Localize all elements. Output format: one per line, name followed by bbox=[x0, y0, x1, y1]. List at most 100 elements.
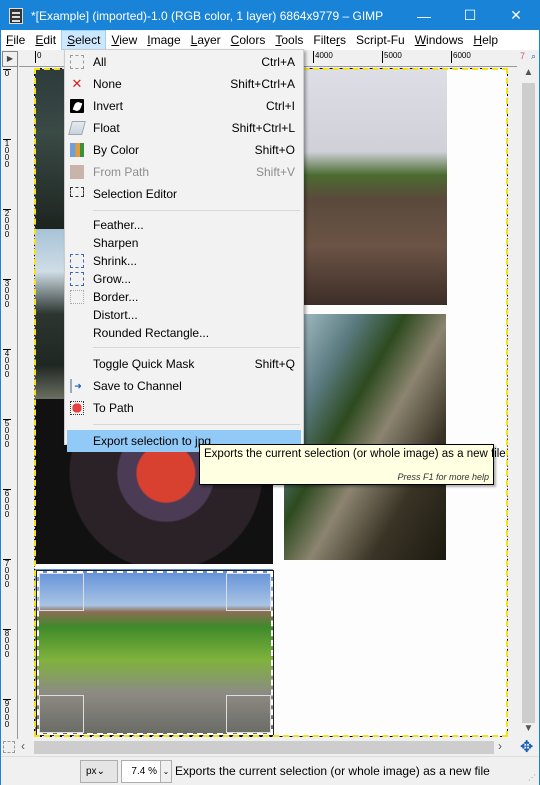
ruler-label: 4000 bbox=[3, 349, 11, 379]
shrink-icon bbox=[70, 254, 84, 268]
menu-edit[interactable]: Edit bbox=[30, 30, 61, 50]
status-bar: px⌄ 7.4 % ⌄ Exports the current selectio… bbox=[1, 756, 539, 785]
horizontal-scroll-thumb[interactable] bbox=[34, 741, 494, 754]
menu-item-toggle-quick-mask[interactable]: Toggle Quick Mask Shift+Q bbox=[65, 353, 303, 375]
menu-item-label: Rounded Rectangle... bbox=[93, 326, 210, 340]
menu-item-label: None bbox=[93, 77, 122, 91]
photo-tile-motorcycle-road bbox=[284, 69, 447, 305]
zoom-dropdown-chevron-icon[interactable]: ⌄ bbox=[160, 760, 172, 783]
menu-item-feather[interactable]: Feather... bbox=[65, 216, 303, 234]
menu-item-border[interactable]: Border... bbox=[65, 288, 303, 306]
title-bar: *[Example] (imported)-1.0 (RGB color, 1 … bbox=[1, 1, 539, 30]
menu-item-shrink[interactable]: Shrink... bbox=[65, 252, 303, 270]
menu-item-grow[interactable]: Grow... bbox=[65, 270, 303, 288]
menu-item-float[interactable]: Float Shift+Ctrl+L bbox=[65, 117, 303, 139]
ruler-label: 6000 bbox=[3, 489, 11, 519]
selection-handle-bottom-left[interactable] bbox=[39, 695, 84, 733]
status-message: Exports the current selection (or whole … bbox=[175, 764, 490, 778]
horizontal-scrollbar[interactable]: ‹ › ✥ bbox=[1, 739, 539, 756]
menu-item-from-path[interactable]: From Path Shift+V bbox=[65, 161, 303, 183]
menu-item-label: To Path bbox=[93, 401, 134, 415]
ruler-label: 8000 bbox=[3, 629, 11, 659]
menu-item-save-to-channel[interactable]: ➜ Save to Channel bbox=[65, 375, 303, 397]
ruler-label: 2000 bbox=[3, 209, 11, 239]
quick-mask-icon[interactable] bbox=[3, 741, 15, 753]
menu-item-label: Selection Editor bbox=[93, 187, 178, 201]
menu-item-label: Save to Channel bbox=[93, 379, 182, 393]
unit-selector[interactable]: px⌄ bbox=[80, 760, 118, 783]
window-title: *[Example] (imported)-1.0 (RGB color, 1 … bbox=[31, 8, 384, 23]
window-controls: — ☐ ✕ bbox=[401, 1, 539, 30]
menu-item-label: Feather... bbox=[93, 218, 144, 232]
maximize-button[interactable]: ☐ bbox=[447, 1, 493, 30]
zoom-image-icon[interactable]: ⌕ bbox=[528, 51, 539, 67]
ruler-label: 6000 bbox=[451, 51, 471, 63]
ruler-label: 0 bbox=[35, 51, 41, 63]
scroll-up-icon[interactable]: ▲ bbox=[518, 67, 539, 83]
menu-item-shortcut: Shift+V bbox=[255, 165, 295, 179]
selection-handle-bottom-right[interactable] bbox=[226, 695, 271, 733]
rectangle-selection[interactable] bbox=[36, 570, 274, 736]
scroll-left-icon[interactable]: ‹ bbox=[21, 739, 25, 753]
menu-item-label: Border... bbox=[93, 290, 139, 304]
by-color-icon bbox=[70, 143, 84, 157]
menu-item-sharpen[interactable]: Sharpen bbox=[65, 234, 303, 252]
resize-grip-icon[interactable]: ⋰ bbox=[528, 773, 536, 782]
quick-mask-toggle-icon[interactable]: ▶ bbox=[2, 51, 18, 67]
selection-handle-top-right[interactable] bbox=[226, 573, 271, 611]
menu-script-fu[interactable]: Script-Fu bbox=[351, 30, 410, 50]
grow-icon bbox=[70, 272, 84, 286]
float-icon bbox=[68, 121, 86, 135]
menu-select[interactable]: Select bbox=[61, 30, 107, 50]
selection-handle-top-left[interactable] bbox=[39, 573, 84, 611]
unit-value: px bbox=[86, 766, 97, 777]
menu-layer[interactable]: Layer bbox=[186, 30, 226, 50]
vertical-ruler[interactable]: 0 1000 2000 3000 4000 5000 6000 7000 8000 9000 bbox=[2, 67, 18, 739]
menu-item-shortcut: Ctrl+A bbox=[261, 55, 295, 69]
navigate-icon[interactable]: ✥ bbox=[520, 737, 533, 757]
menu-item-shortcut: Shift+O bbox=[254, 143, 295, 157]
menu-item-shortcut: Ctrl+I bbox=[265, 99, 295, 113]
menu-file[interactable]: File bbox=[1, 30, 30, 50]
scroll-right-icon[interactable]: › bbox=[498, 739, 502, 753]
menu-image[interactable]: Image bbox=[142, 30, 185, 50]
menu-item-selection-editor[interactable]: Selection Editor bbox=[65, 183, 303, 205]
menu-item-by-color[interactable]: By Color Shift+O bbox=[65, 139, 303, 161]
vertical-scrollbar[interactable]: ▲ ▼ bbox=[518, 67, 539, 739]
gimp-app-icon[interactable] bbox=[9, 7, 23, 24]
tooltip: Exports the current selection (or whole … bbox=[199, 444, 506, 485]
close-button[interactable]: ✕ bbox=[493, 1, 539, 30]
menu-windows[interactable]: Windows bbox=[410, 30, 469, 50]
menu-item-label: By Color bbox=[93, 143, 140, 157]
menu-item-distort[interactable]: Distort... bbox=[65, 306, 303, 324]
menu-item-none[interactable]: ✕ None Shift+Ctrl+A bbox=[65, 73, 303, 95]
ruler-label: 9000 bbox=[3, 699, 11, 729]
from-path-icon bbox=[70, 165, 84, 179]
menu-item-to-path[interactable]: To Path bbox=[65, 397, 303, 419]
menu-item-rounded-rectangle[interactable]: Rounded Rectangle... bbox=[65, 324, 303, 342]
menu-view[interactable]: View bbox=[106, 30, 142, 50]
minimize-button[interactable]: — bbox=[401, 1, 447, 30]
vertical-scroll-thumb[interactable] bbox=[522, 83, 535, 723]
zoom-level-input[interactable]: 7.4 % bbox=[121, 760, 161, 783]
menu-item-label: Float bbox=[93, 121, 120, 135]
menu-item-shortcut: Shift+Q bbox=[254, 357, 295, 371]
ruler-label: 5000 bbox=[382, 51, 402, 63]
ruler-label: 3000 bbox=[3, 279, 11, 309]
select-all-icon bbox=[70, 55, 84, 69]
menu-item-label: Export selection to jpg bbox=[93, 434, 212, 448]
border-icon bbox=[70, 290, 84, 304]
menu-item-label: Invert bbox=[93, 99, 124, 113]
menu-item-label: Toggle Quick Mask bbox=[93, 357, 195, 371]
menu-item-label: Grow... bbox=[93, 272, 132, 286]
menu-help[interactable]: Help bbox=[468, 30, 503, 50]
menu-item-label: All bbox=[93, 55, 107, 69]
ruler-label: 0 bbox=[3, 69, 11, 78]
menu-filters[interactable]: Filters bbox=[308, 30, 351, 50]
menu-tools[interactable]: Tools bbox=[270, 30, 308, 50]
menu-item-label: From Path bbox=[93, 165, 150, 179]
menu-colors[interactable]: Colors bbox=[226, 30, 271, 50]
menu-item-invert[interactable]: Invert Ctrl+I bbox=[65, 95, 303, 117]
menu-item-all[interactable]: All Ctrl+A bbox=[65, 51, 303, 73]
menu-item-label: Shrink... bbox=[93, 254, 138, 268]
